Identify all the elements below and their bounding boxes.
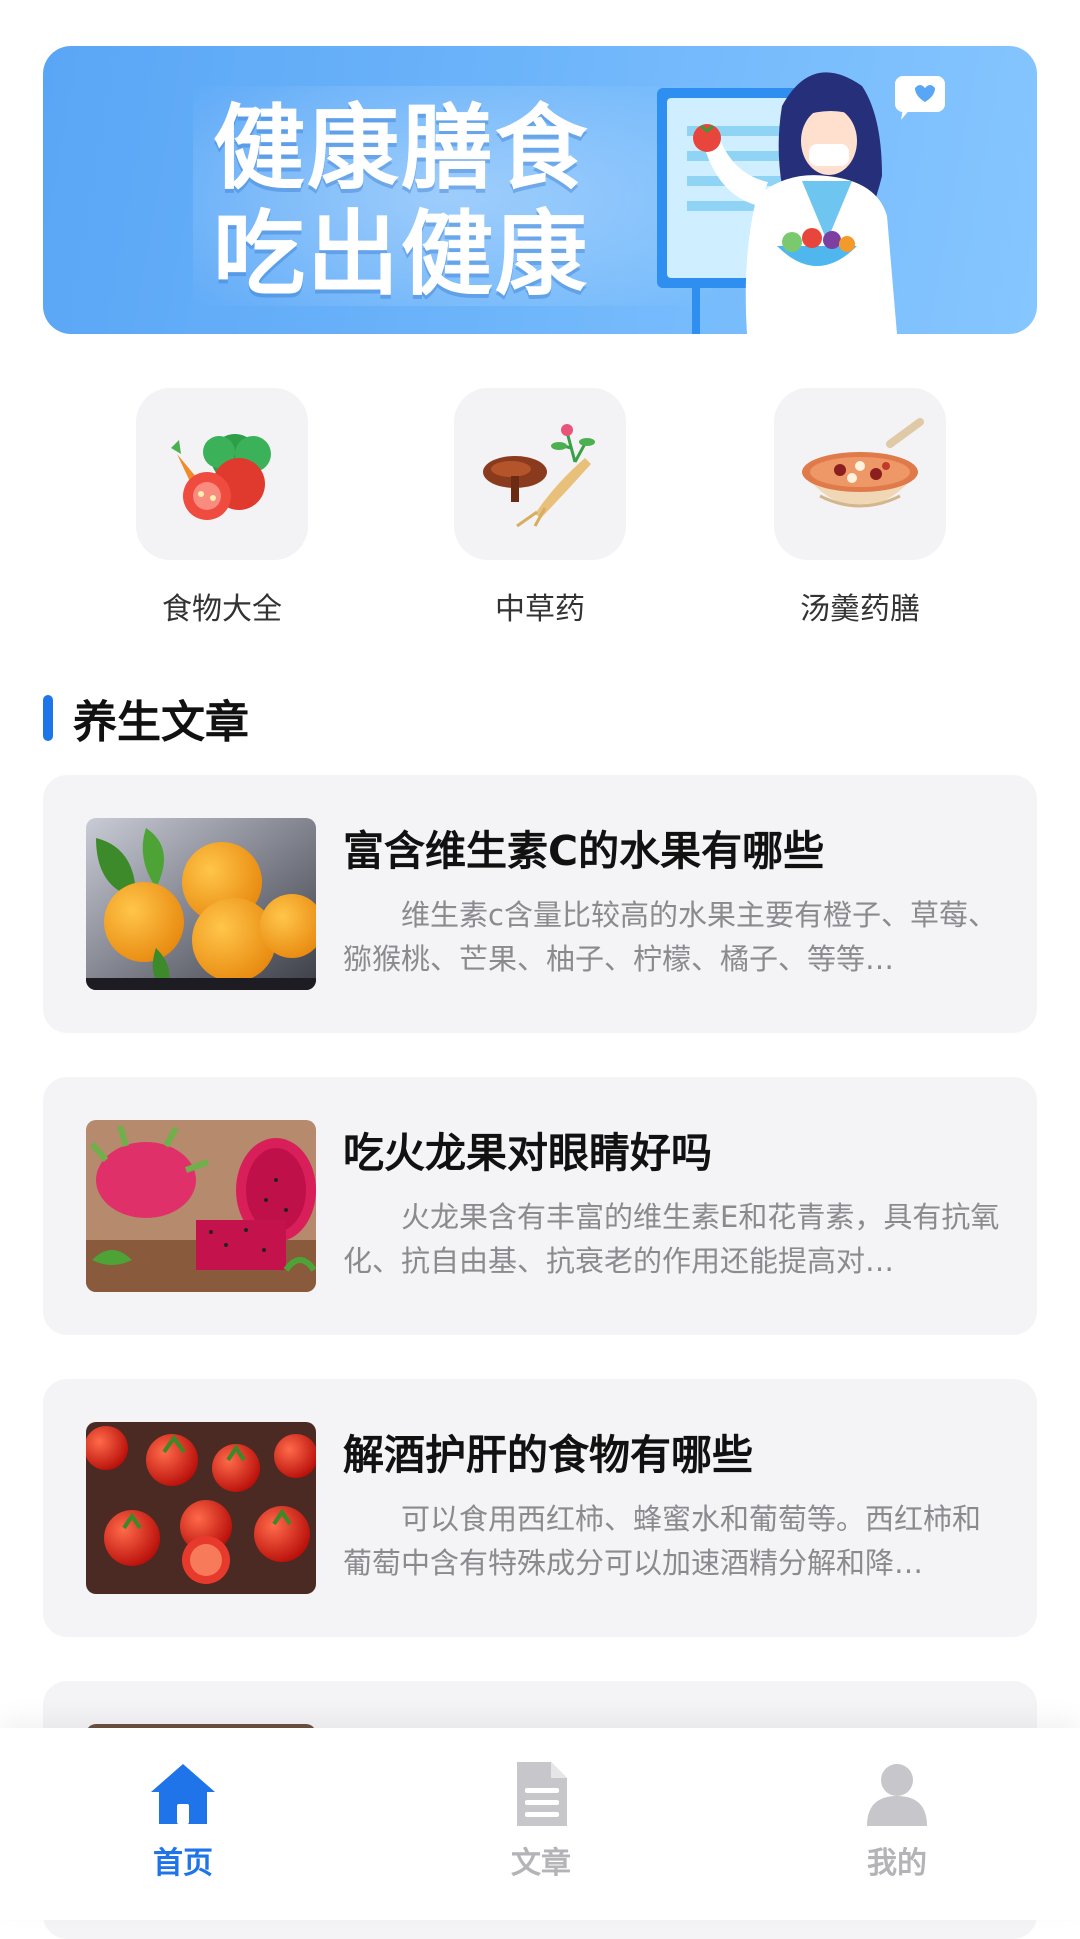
category-tile (136, 388, 308, 560)
article-title: 富含维生素C的水果有哪些 (343, 827, 825, 875)
hero-banner[interactable]: 健康膳食 吃出健康 (43, 46, 1037, 334)
category-grid: 食物大全 中草药 汤羹药膳 (0, 388, 1080, 628)
article-thumbnail (86, 818, 316, 990)
oranges-photo (86, 818, 316, 990)
category-label: 食物大全 (162, 592, 282, 627)
tab-home[interactable]: 首页 (83, 1758, 283, 1882)
banner-slogan: 健康膳食 吃出健康 (213, 96, 589, 308)
article-thumbnail (86, 1422, 316, 1594)
category-food[interactable]: 食物大全 (112, 388, 332, 628)
article-card[interactable]: 解酒护肝的食物有哪些 可以食用西红柿、蜂蜜水和葡萄等。西红柿和葡萄中含有特殊成分… (43, 1379, 1037, 1637)
article-summary: 维生素c含量比较高的水果主要有橙子、草莓、猕猴桃、芒果、柚子、柠檬、橘子、等等… (343, 898, 997, 976)
tab-label: 文章 (511, 1846, 571, 1881)
soup-bowl-icon (802, 418, 924, 508)
category-tile (774, 388, 946, 560)
vegetables-icon (171, 434, 271, 520)
tab-profile[interactable]: 我的 (797, 1758, 997, 1882)
banner-line-1: 健康膳食 (213, 95, 590, 202)
section-header: 养生文章 (43, 690, 249, 748)
category-herbal[interactable]: 中草药 (430, 388, 650, 628)
bottom-tab-bar: 首页 文章 我的 (0, 1728, 1080, 1920)
herbal-medicine-icon (483, 424, 595, 528)
tab-label: 首页 (153, 1846, 213, 1881)
section-title: 养生文章 (73, 697, 249, 748)
tomatoes-photo (86, 1422, 316, 1594)
category-tile (454, 388, 626, 560)
category-label: 中草药 (495, 592, 585, 627)
article-title: 吃火龙果对眼睛好吗 (343, 1129, 712, 1177)
article-title: 解酒护肝的食物有哪些 (343, 1431, 753, 1479)
banner-line-2: 吃出健康 (213, 201, 590, 308)
category-label: 汤羹药膳 (800, 592, 920, 627)
article-thumbnail (86, 1120, 316, 1292)
category-soup[interactable]: 汤羹药膳 (750, 388, 970, 628)
dragon-fruit-photo (86, 1120, 316, 1292)
home-icon (151, 1764, 215, 1824)
article-summary: 火龙果含有丰富的维生素E和花青素，具有抗氧化、抗自由基、抗衰老的作用还能提高对… (343, 1200, 1000, 1278)
tab-articles[interactable]: 文章 (441, 1758, 641, 1882)
article-card[interactable]: 富含维生素C的水果有哪些 维生素c含量比较高的水果主要有橙子、草莓、猕猴桃、芒果… (43, 775, 1037, 1033)
user-icon (867, 1764, 927, 1826)
tab-label: 我的 (867, 1846, 927, 1881)
article-summary: 可以食用西红柿、蜂蜜水和葡萄等。西红柿和葡萄中含有特殊成分可以加速酒精分解和降… (343, 1502, 982, 1580)
document-icon (517, 1762, 567, 1826)
section-accent-bar (43, 695, 53, 741)
doctor-illustration (657, 72, 945, 334)
article-card[interactable]: 吃火龙果对眼睛好吗 火龙果含有丰富的维生素E和花青素，具有抗氧化、抗自由基、抗衰… (43, 1077, 1037, 1335)
